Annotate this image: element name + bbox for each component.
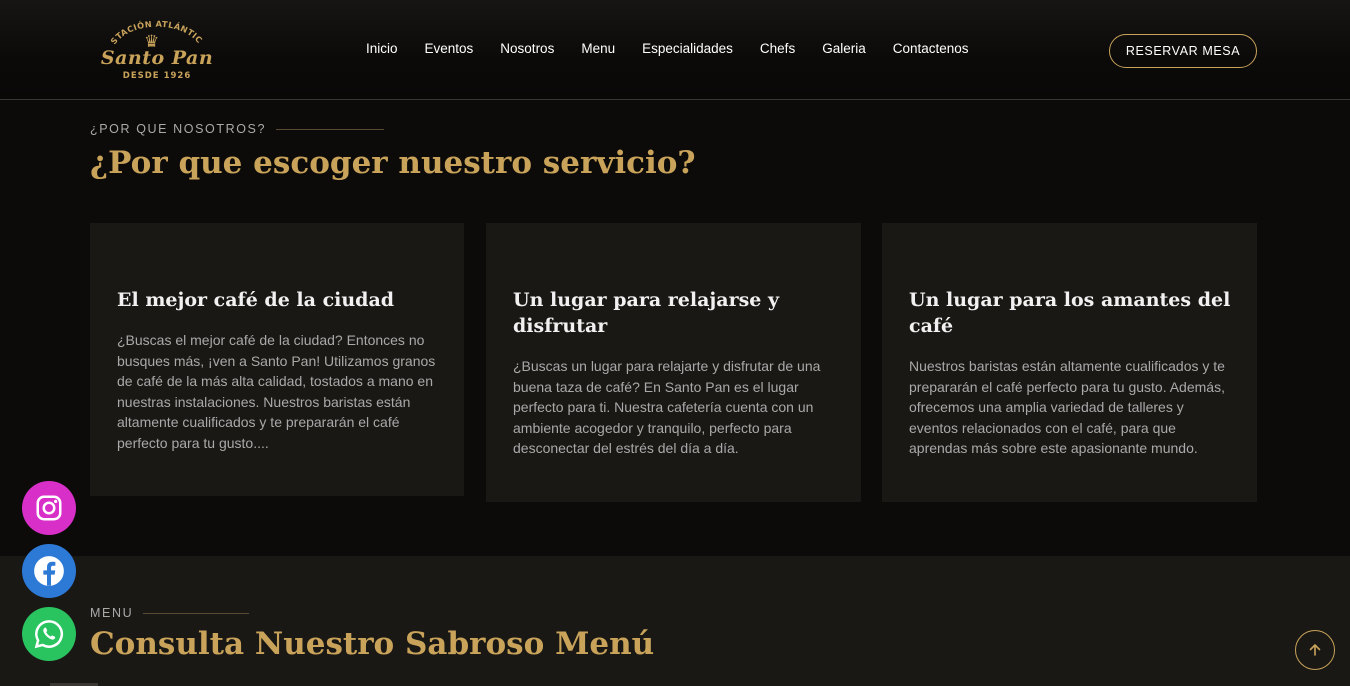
card-text: ¿Buscas el mejor café de la ciudad? Ento… (117, 332, 436, 451)
instagram-icon (36, 495, 62, 521)
feature-card-relax: Un lugar para relajarse y disfrutar ¿Bus… (486, 223, 861, 502)
santo-pan-logo[interactable]: ESTACIÓN ATLÁNTICO ♛ Santo Pan DESDE 192… (92, 16, 222, 84)
whatsapp-icon (34, 620, 64, 649)
facebook-button[interactable] (22, 544, 76, 598)
card-text: Nuestros baristas están altamente cualif… (909, 358, 1225, 456)
tag-divider (143, 612, 250, 614)
logo-brand: Santo Pan (100, 47, 214, 69)
nav-item-galeria[interactable]: Galeria (822, 41, 866, 56)
why-section-title: ¿Por que escoger nuestro servicio? (90, 145, 696, 181)
reserve-table-button[interactable]: RESERVAR MESA (1109, 34, 1257, 68)
card-text: ¿Buscas un lugar para relajarte y disfru… (513, 358, 821, 456)
tag-divider (276, 128, 385, 130)
facebook-icon (34, 556, 64, 586)
why-section-tag: ¿POR QUE NOSOTROS? (90, 122, 385, 136)
whatsapp-button[interactable] (22, 607, 76, 661)
nav-item-nosotros[interactable]: Nosotros (500, 41, 554, 56)
feature-card-best-coffee: El mejor café de la ciudad ¿Buscas el me… (90, 223, 464, 496)
nav-item-chefs[interactable]: Chefs (760, 41, 795, 56)
nav-item-eventos[interactable]: Eventos (425, 41, 474, 56)
menu-section (0, 556, 1350, 686)
nav-item-inicio[interactable]: Inicio (366, 41, 398, 56)
main-nav: Inicio Eventos Nosotros Menu Especialida… (366, 41, 996, 56)
card-title: Un lugar para relajarse y disfrutar (513, 289, 780, 337)
menu-section-tag: MENU (90, 606, 250, 620)
feature-card-coffee-lovers: Un lugar para los amantes del café Nuest… (882, 223, 1257, 502)
logo-since: DESDE 1926 (122, 71, 192, 81)
nav-item-especialidades[interactable]: Especialidades (642, 41, 733, 56)
instagram-button[interactable] (22, 481, 76, 535)
arrow-up-icon (1309, 644, 1321, 656)
menu-section-title: Consulta Nuestro Sabroso Menú (90, 626, 655, 662)
why-tag-label: ¿POR QUE NOSOTROS? (90, 122, 267, 136)
nav-item-menu[interactable]: Menu (581, 41, 615, 56)
menu-tag-label: MENU (90, 606, 134, 620)
scroll-to-top-button[interactable] (1295, 630, 1335, 670)
card-title: El mejor café de la ciudad (117, 289, 395, 311)
card-title: Un lugar para los amantes del café (909, 289, 1231, 337)
site-header: ESTACIÓN ATLÁNTICO ♛ Santo Pan DESDE 192… (0, 0, 1350, 100)
nav-item-contactenos[interactable]: Contactenos (893, 41, 969, 56)
